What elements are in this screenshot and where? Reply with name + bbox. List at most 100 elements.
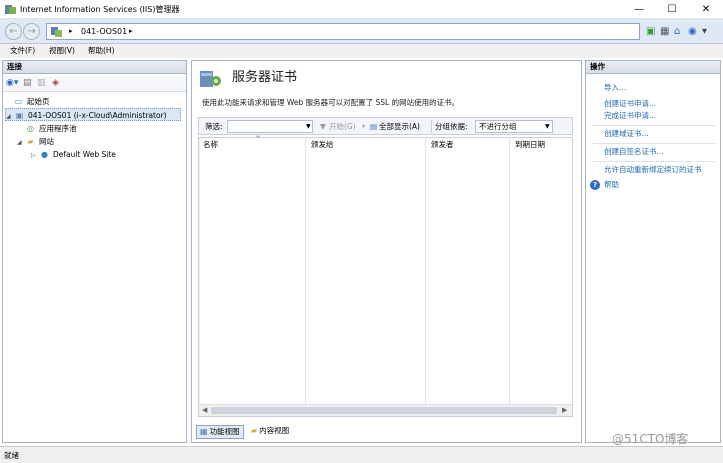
tree-item-label: 应用程序池: [39, 124, 77, 133]
start-filter-button[interactable]: 开始(G): [329, 122, 356, 132]
scroll-left-icon[interactable]: ◀: [202, 406, 207, 414]
menu-bar: 文件(F) 视图(V) 帮助(H): [0, 44, 723, 58]
connections-panel: 连接 ◉▾ ▤ ▥ ◈ ▭ 起始页 ◢ ▣ 041-OOS01 (i-x-Cloud\…: [2, 60, 187, 443]
refresh-icon[interactable]: ▣: [646, 24, 655, 39]
actions-divider: [592, 143, 716, 144]
action-import[interactable]: 导入...: [604, 83, 626, 93]
help-icon[interactable]: ◉: [688, 24, 697, 39]
collapse-icon[interactable]: ◢: [17, 136, 25, 149]
tree-item-start-page[interactable]: ▭ 起始页: [5, 95, 50, 108]
tree-item-app-pools[interactable]: ◎ 应用程序池: [17, 122, 77, 135]
name-column-shade: [199, 138, 200, 404]
column-divider: [509, 138, 510, 404]
filter-separator: [431, 120, 432, 133]
column-header-issued-by[interactable]: 颁发者: [427, 138, 454, 151]
column-header-expiration[interactable]: 到期日期: [511, 138, 545, 151]
horizontal-scrollbar[interactable]: ◀ ▶: [199, 404, 572, 416]
certificates-table: 名称 ^ 颁发给 颁发者 到期日期 ◀ ▶: [198, 135, 573, 417]
feature-panel: 服务器证书 使用此功能来请求和管理 Web 服务器可以对配置了 SSL 的网站使…: [191, 60, 582, 443]
back-button[interactable]: ←: [5, 23, 22, 40]
server-certificates-icon: [200, 71, 221, 87]
actions-header: 操作: [585, 60, 721, 74]
tab-content-view[interactable]: ▰ 内容视图: [248, 425, 292, 439]
start-page-icon: ▭: [14, 97, 23, 106]
minimize-button[interactable]: —: [622, 0, 656, 19]
column-header-name[interactable]: 名称: [199, 138, 218, 151]
menu-file[interactable]: 文件(F): [10, 45, 35, 57]
breadcrumb-separator-end[interactable]: ▸: [129, 27, 133, 35]
filter-input[interactable]: [227, 120, 313, 133]
column-divider: [305, 138, 306, 404]
group-by-dropdown-icon[interactable]: ▼: [545, 122, 550, 132]
actions-divider: [592, 161, 716, 162]
features-view-icon: ▦: [200, 427, 208, 436]
column-header-issued-to[interactable]: 颁发给: [307, 138, 334, 151]
forward-button[interactable]: →: [23, 23, 40, 40]
connect-icon[interactable]: ◉▾: [6, 78, 18, 89]
tab-label: 内容视图: [259, 426, 290, 435]
up-icon[interactable]: ▥: [37, 78, 46, 89]
scroll-right-icon[interactable]: ▶: [562, 406, 567, 414]
show-all-button[interactable]: 全部显示(A): [379, 122, 420, 132]
action-help[interactable]: 帮助: [604, 180, 619, 190]
actions-panel: 操作 导入... 创建证书申请... 完成证书申请... 创建域证书... 创建…: [585, 60, 721, 443]
tree-item-default-web-site[interactable]: ▷ ● Default Web Site: [31, 148, 116, 161]
action-enable-auto-rebind[interactable]: 允许自动重新绑定续订的证书: [604, 165, 702, 175]
filter-label: 筛选:: [205, 122, 223, 131]
breadcrumb-separator[interactable]: ▸: [69, 27, 73, 35]
address-bar: ← → ▸ 041-OOS01 ▸ ▣ ▦ ⌂ ◉ ▾: [0, 19, 723, 44]
server-node-icon: [51, 27, 62, 37]
group-by-value: 不进行分组: [479, 122, 517, 131]
dropdown-icon[interactable]: ▾: [702, 24, 707, 39]
start-dropdown-icon[interactable]: ▾: [362, 122, 365, 132]
home-icon[interactable]: ⌂: [674, 24, 680, 39]
globe-icon: ●: [41, 150, 48, 159]
breadcrumb-server[interactable]: 041-OOS01: [81, 27, 127, 37]
server-icon: ▣: [15, 111, 24, 120]
action-complete-certificate-request[interactable]: 完成证书申请...: [604, 111, 656, 121]
tree-item-sites[interactable]: ◢ ▰ 网站: [17, 135, 54, 148]
stop-icon[interactable]: ▦: [660, 24, 669, 39]
status-bar: 就绪: [0, 446, 723, 463]
page-description: 使用此功能来请求和管理 Web 服务器可以对配置了 SSL 的网站使用的证书。: [202, 98, 460, 107]
scrollbar-thumb[interactable]: [211, 407, 557, 414]
content-view-icon: ▰: [251, 426, 258, 435]
group-by-select[interactable]: 不进行分组: [475, 120, 553, 133]
filter-dropdown-icon[interactable]: ▼: [306, 122, 311, 132]
watermark: @51CTO博客: [612, 432, 689, 446]
address-box[interactable]: ▸ 041-OOS01 ▸: [46, 23, 640, 40]
tree-item-server[interactable]: ◢ ▣ 041-OOS01 (i-x-Cloud\Administrator): [5, 108, 181, 121]
page-title: 服务器证书: [232, 70, 298, 85]
tree-item-label: 起始页: [27, 97, 50, 106]
disconnect-icon[interactable]: ◈: [52, 78, 59, 89]
filter-bar: 筛选: ▼ ▼ 开始(G) ▾ ▤ 全部显示(A) 分组依据: 不进行分组 ▼: [198, 117, 573, 135]
tree-item-label: 网站: [39, 137, 54, 146]
help-icon: ?: [590, 180, 600, 190]
tree-item-label: Default Web Site: [53, 150, 116, 159]
start-filter-icon: ▼: [320, 122, 326, 131]
tree-item-label: 041-OOS01 (i-x-Cloud\Administrator): [28, 111, 167, 120]
maximize-button[interactable]: ☐: [655, 0, 689, 19]
actions-divider: [592, 125, 716, 126]
group-by-label: 分组依据:: [435, 122, 468, 131]
title-bar: Internet Information Services (IIS)管理器 —…: [0, 0, 723, 19]
column-divider: [425, 138, 426, 404]
iis-app-icon: [5, 5, 16, 14]
collapse-icon[interactable]: ◢: [6, 110, 14, 123]
connections-header: 连接: [2, 60, 187, 74]
window-title: Internet Information Services (IIS)管理器: [20, 5, 180, 14]
tab-features-view[interactable]: ▦ 功能视图: [196, 425, 244, 439]
action-create-domain-certificate[interactable]: 创建域证书...: [604, 129, 649, 139]
menu-help[interactable]: 帮助(H): [88, 45, 115, 57]
close-button[interactable]: ✕: [689, 0, 723, 19]
action-create-certificate-request[interactable]: 创建证书申请...: [604, 99, 656, 109]
menu-view[interactable]: 视图(V): [49, 45, 75, 57]
tab-label: 功能视图: [209, 427, 240, 436]
save-icon[interactable]: ▤: [23, 78, 32, 89]
action-create-self-signed-certificate[interactable]: 创建自签名证书...: [604, 147, 664, 157]
app-pool-icon: ◎: [27, 124, 34, 133]
sites-folder-icon: ▰: [27, 137, 34, 146]
expand-icon[interactable]: ▷: [31, 149, 39, 162]
show-all-icon: ▤: [370, 122, 378, 131]
connections-toolbar: ◉▾ ▤ ▥ ◈: [3, 76, 186, 92]
